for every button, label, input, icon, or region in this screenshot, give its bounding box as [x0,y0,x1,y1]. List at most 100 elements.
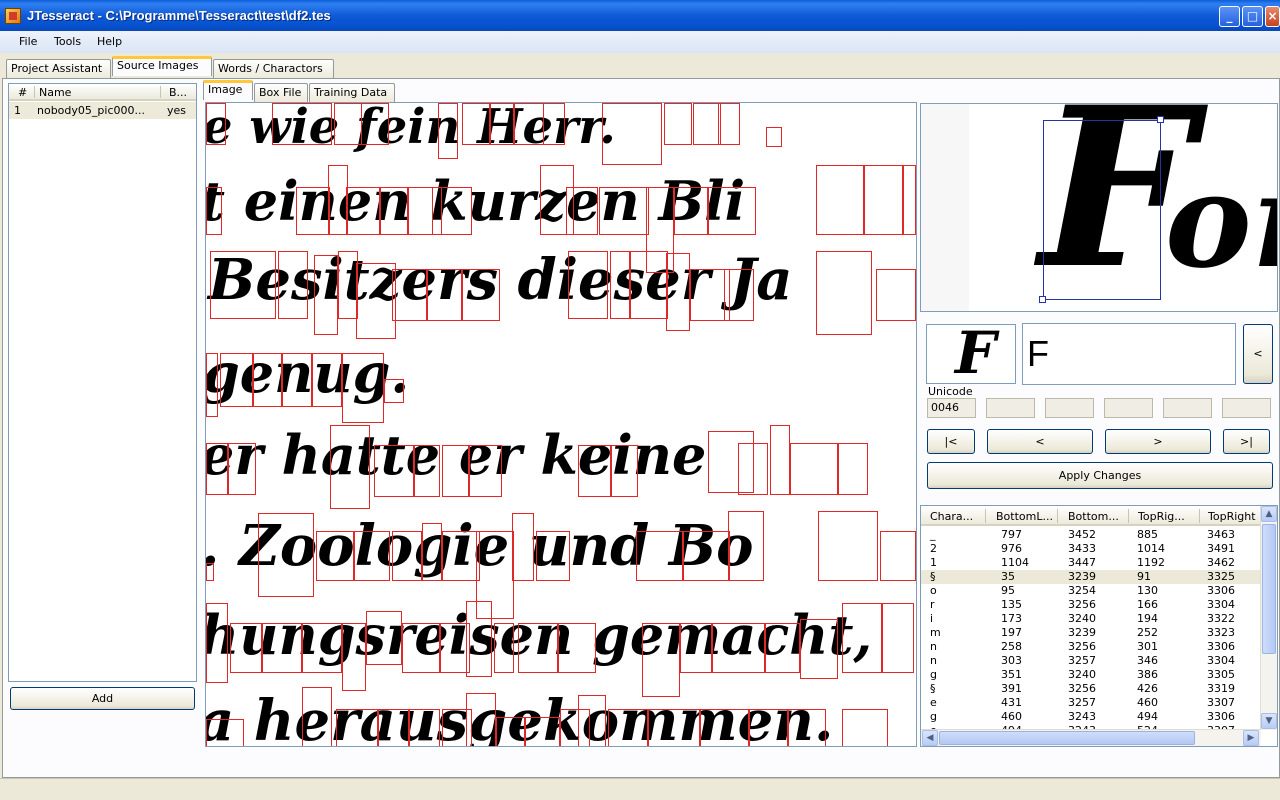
glyph-box[interactable] [518,623,558,673]
tab-training-data[interactable]: Training Data [309,83,395,103]
glyph-box[interactable] [818,511,878,581]
glyph-box[interactable] [392,531,422,581]
glyph-box[interactable] [206,603,228,683]
glyph-box[interactable] [708,187,756,235]
glyph-box[interactable] [262,623,302,673]
menu-file[interactable]: File [19,35,37,48]
close-button[interactable]: × [1265,6,1280,27]
glyph-box[interactable] [566,187,598,235]
glyph-box[interactable] [426,269,462,321]
glyph-box[interactable] [764,623,800,673]
list-item[interactable]: 1 nobody05_pic000... yes [9,102,196,119]
glyph-box[interactable] [514,103,544,145]
glyph-box[interactable] [258,513,314,597]
glyph-box[interactable] [356,263,396,339]
col-number[interactable]: # [18,86,27,99]
table-row[interactable]: § 391 3256 426 3319 [921,682,1261,696]
source-image-canvas[interactable]: e wie fein Herr. t einen kurzen Bli Besi… [205,102,917,747]
glyph-box[interactable] [578,445,612,497]
app-icon[interactable] [5,8,21,24]
glyph-box[interactable] [378,709,410,746]
glyph-box[interactable] [296,187,330,235]
glyph-box[interactable] [558,623,596,673]
glyph-box[interactable] [206,443,228,495]
glyph-box[interactable] [610,445,638,497]
glyph-box[interactable] [230,623,262,673]
col-bottom-left-x[interactable]: BottomL... [996,510,1053,523]
menu-help[interactable]: Help [97,35,122,48]
glyph-box[interactable] [342,623,366,691]
glyph-box[interactable] [206,187,222,235]
glyph-box[interactable] [524,717,560,746]
glyph-box[interactable] [543,103,565,145]
character-input[interactable]: F [1022,323,1236,385]
glyph-box[interactable] [282,353,312,407]
glyph-box[interactable] [842,603,882,673]
glyph-box[interactable] [636,531,684,581]
glyph-box[interactable] [302,687,332,746]
table-row[interactable]: i 173 3240 194 3322 [921,612,1261,626]
glyph-box[interactable] [718,103,740,145]
glyph-box[interactable] [693,103,721,145]
collapse-button[interactable]: < [1243,324,1273,384]
glyph-box[interactable] [766,127,782,147]
glyph-box[interactable] [880,531,916,581]
glyph-box[interactable] [902,165,916,235]
col-top-right-y[interactable]: TopRight [1208,510,1256,523]
unicode-field[interactable] [1045,398,1094,418]
glyph-box[interactable] [462,103,490,145]
glyph-box[interactable] [278,251,308,319]
tab-box-file[interactable]: Box File [254,83,308,103]
image-file-list[interactable]: # Name B... 1 nobody05_pic000... yes [8,83,197,682]
glyph-box[interactable] [568,251,608,319]
glyph-box[interactable] [442,445,470,497]
glyph-box[interactable] [462,269,500,321]
glyph-box[interactable] [728,511,764,581]
table-row[interactable]: m 197 3239 252 3323 [921,626,1261,640]
scroll-left-icon[interactable]: ◀ [922,730,938,746]
glyph-box[interactable] [738,443,768,495]
glyph-box[interactable] [442,531,480,581]
table-row[interactable]: g 460 3243 494 3306 [921,710,1261,724]
col-boxed[interactable]: B... [169,86,187,99]
glyph-box[interactable] [432,187,472,235]
glyph-box[interactable] [210,251,276,319]
first-char-button[interactable]: |< [927,429,975,454]
glyph-box[interactable] [842,709,888,746]
table-row[interactable]: r 135 3256 166 3304 [921,598,1261,612]
glyph-box[interactable] [354,531,390,581]
glyph-box[interactable] [680,623,712,673]
tab-project-assistant[interactable]: Project Assistant [6,59,111,79]
glyph-box[interactable] [330,425,370,509]
glyph-box[interactable] [346,187,380,235]
unicode-field[interactable]: 0046 [927,398,976,418]
glyph-box[interactable] [366,611,402,665]
glyph-box[interactable] [864,165,904,235]
tab-source-images[interactable]: Source Images [112,56,212,76]
glyph-box[interactable] [674,187,708,235]
scroll-thumb[interactable] [1262,524,1276,654]
glyph-box[interactable] [610,251,630,319]
glyph-box[interactable] [816,165,864,235]
glyph-box[interactable] [748,709,788,746]
glyph-box[interactable] [578,695,606,746]
glyph-box[interactable] [438,103,458,159]
glyph-box[interactable] [408,709,440,746]
table-row[interactable]: g 351 3240 386 3305 [921,668,1261,682]
col-name[interactable]: Name [39,86,71,99]
glyph-box[interactable] [336,709,378,746]
table-row[interactable]: n 258 3256 301 3306 [921,640,1261,654]
resize-handle-bottom-left[interactable] [1039,296,1046,303]
tab-image[interactable]: Image [203,80,253,100]
glyph-box[interactable] [876,269,916,321]
unicode-field[interactable] [1163,398,1212,418]
next-char-button[interactable]: > [1105,429,1211,454]
glyph-box[interactable] [392,269,428,321]
glyph-box[interactable] [642,623,680,697]
col-bottom-left-y[interactable]: Bottom... [1068,510,1119,523]
table-row[interactable]: § 35 3239 91 3325 [921,570,1261,584]
unicode-field[interactable] [1222,398,1271,418]
glyph-box[interactable] [312,353,342,407]
glyph-box[interactable] [790,443,838,495]
table-row[interactable]: e 431 3257 460 3307 [921,696,1261,710]
